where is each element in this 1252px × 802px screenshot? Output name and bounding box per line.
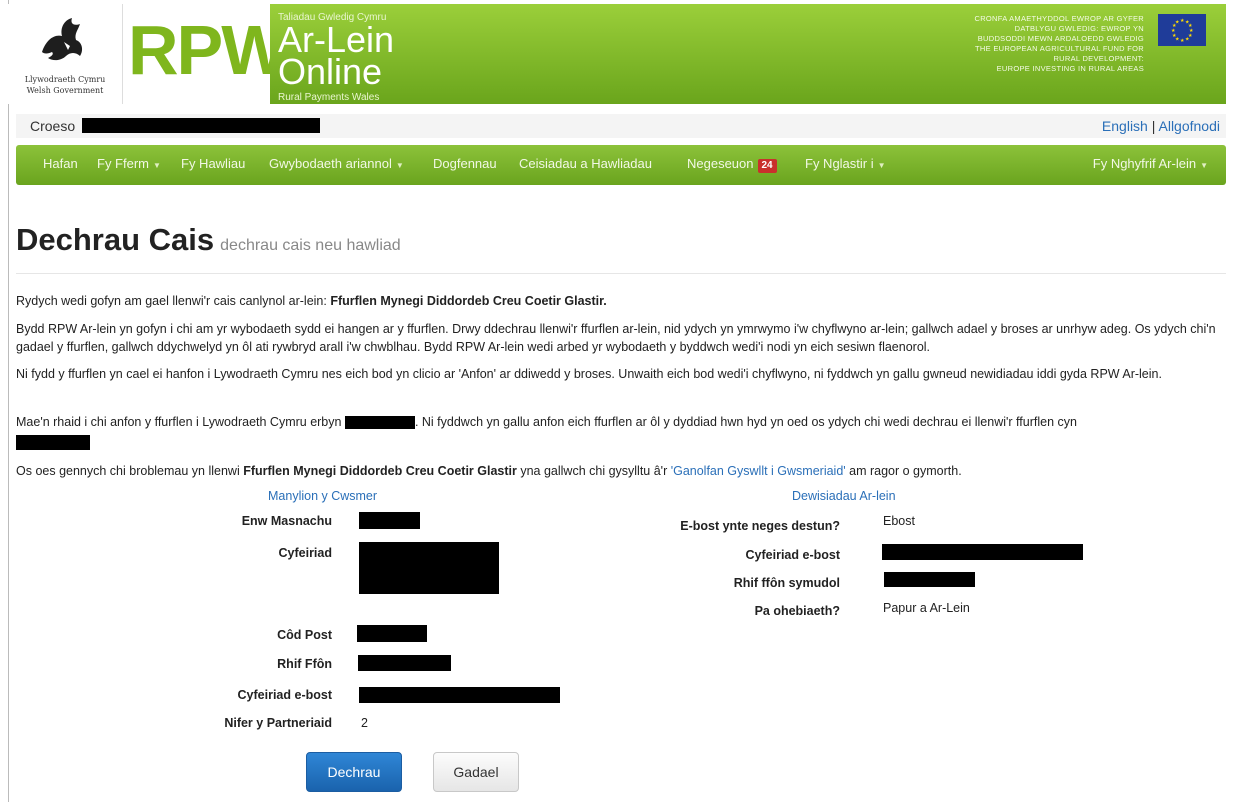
intro-paragraph: Rydych wedi gofyn am gael llenwi'r cais … [16,292,1228,310]
deadline-paragraph: Mae'n rhaid i chi anfon y ffurflen i Lyw… [16,413,1228,431]
deadline-text-b: . Ni fyddwch yn gallu anfon eich ffurfle… [414,415,1077,429]
help-text-a: Os oes gennych chi broblemau yn llenwi [16,464,244,478]
eu-funding-text: CRONFA AMAETHYDDOL EWROP AR GYFER DATBLY… [974,14,1144,73]
main-nav: Hafan Fy Fferm ▼ Fy Hawliau Gwybodaeth ar… [16,145,1226,185]
chevron-down-icon: ▼ [153,161,161,170]
nav-fy-fferm[interactable]: Fy Fferm ▼ [97,156,161,171]
eu-flag-icon: ★ ★ ★ ★ ★ ★ ★ ★ ★ ★ ★ ★ [1158,14,1206,46]
online-text: Online [278,51,383,92]
redacted-email [359,687,560,703]
wg-welsh-name: Llywodraeth Cymru [24,75,106,84]
page-title: Dechrau Cais dechrau cais neu hawliad [16,222,401,258]
redacted-online-email [882,544,1083,560]
email-address-label: Cyfeiriad e-bost [745,548,840,562]
mobile-label: Rhif ffôn symudol [733,576,840,590]
nav-negeseuon-label: Negeseuon [687,156,754,171]
welsh-government-logo[interactable]: Llywodraeth Cymru Welsh Government [8,4,123,104]
link-separator: | [1151,118,1156,134]
postcode-label: Côd Post [277,628,332,642]
redacted-mobile [884,572,975,587]
nav-ceisiadau[interactable]: Ceisiadau a Hawliadau [519,156,652,171]
header-green-band: Taliadau Gwledig Cymru Ar-Lein Online Ru… [270,4,1226,104]
help-form-name: Ffurflen Mynegi Diddordeb Creu Coetir Gl… [243,464,517,478]
svg-text:★: ★ [1180,38,1185,44]
welsh-dragon-icon [42,18,83,61]
chevron-down-icon: ▼ [1200,161,1208,170]
nav-dogfennau[interactable]: Dogfennau [433,156,497,171]
redacted-address [359,542,499,594]
redacted-phone [358,655,451,671]
svg-text:★: ★ [1175,20,1180,26]
chevron-down-icon: ▼ [877,161,886,170]
help-text-b: yna gallwch chi gysylltu â'r [516,464,671,478]
deadline-text-a: Mae'n rhaid i chi anfon y ffurflen i Lyw… [16,415,345,429]
language-links: English | Allgofnodi [1102,118,1220,134]
page-subtitle: dechrau cais neu hawliad [220,237,401,254]
redacted-date [344,416,415,430]
logout-link[interactable]: Allgofnodi [1159,118,1221,134]
heading-divider [16,273,1226,274]
chevron-down-icon: ▼ [395,161,404,170]
address-label: Cyfeiriad [278,546,333,560]
svg-text:★: ★ [1185,37,1190,43]
online-preferences-title: Dewisiadau Ar-lein [792,489,896,503]
english-link[interactable]: English [1102,118,1148,134]
partners-label: Nifer y Partneriaid [224,716,332,730]
nav-fy-fferm-label: Fy Fferm [97,156,149,171]
redacted-postcode [357,625,427,642]
info-paragraph: Bydd RPW Ar-lein yn gofyn i chi am yr wy… [16,322,1216,354]
leave-button[interactable]: Gadael [433,752,519,792]
help-paragraph: Os oes gennych chi broblemau yn llenwi F… [16,462,1228,480]
nav-fy-nglastir[interactable]: Fy Nglastir i ▼ [805,156,886,171]
redacted-username [82,118,320,133]
rpw-logo[interactable]: RPW [128,10,287,90]
intro-text: Rydych wedi gofyn am gael llenwi'r cais … [16,294,331,308]
email-or-text-value: Ebost [883,514,915,528]
trading-name-label: Enw Masnachu [241,514,332,528]
email-or-text-label: E-bost ynte neges destun? [680,519,840,533]
redacted-date-2 [16,435,90,450]
welcome-bar: Croeso English | Allgofnodi [16,114,1226,138]
nav-fy-nghyfrif[interactable]: Fy Nghyfrif Ar-lein ▼ [1093,156,1208,171]
email-label: Cyfeiriad e-bost [237,688,332,702]
rural-payments-text: Rural Payments Wales [278,92,380,103]
wg-english-name: Welsh Government [26,86,104,95]
partners-value: 2 [361,716,368,730]
welcome-label: Croeso [30,118,76,134]
submission-paragraph: Ni fydd y ffurflen yn cael ei hanfon i L… [16,367,1162,381]
phone-label: Rhif Ffôn [277,657,332,671]
nav-hafan[interactable]: Hafan [43,156,78,171]
help-text-c: am ragor o gymorth. [845,464,962,478]
redacted-trading-name [359,512,420,529]
nav-fy-hawliau[interactable]: Fy Hawliau [181,156,245,171]
correspondence-label: Pa ohebiaeth? [754,604,840,618]
nav-gwybodaeth-label: Gwybodaeth ariannol [269,156,392,171]
nav-fy-nghyfrif-label: Fy Nghyfrif Ar-lein [1092,156,1197,171]
nav-negeseuon[interactable]: Negeseuon 24 [687,156,777,173]
form-name-bold: Ffurflen Mynegi Diddordeb Creu Coetir Gl… [330,294,607,308]
contact-centre-link[interactable]: 'Ganolfan Gyswllt i Gwsmeriaid' [671,464,846,478]
nav-fy-nglastir-label: Fy Nglastir i [805,156,874,171]
start-button[interactable]: Dechrau [306,752,402,792]
customer-details-title: Manylion y Cwsmer [268,489,378,503]
page-title-text: Dechrau Cais [16,222,215,257]
messages-count-badge: 24 [757,159,777,173]
correspondence-value: Papur a Ar-Lein [883,601,970,615]
nav-gwybodaeth-ariannol[interactable]: Gwybodaeth ariannol ▼ [269,156,404,171]
